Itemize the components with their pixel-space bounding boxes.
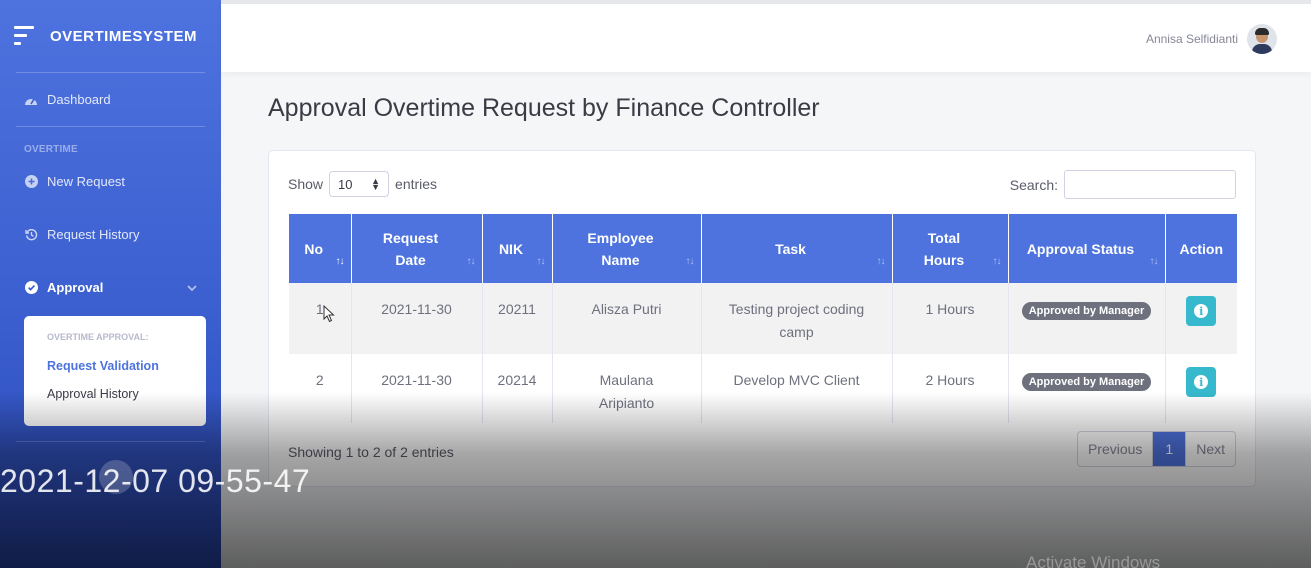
column-header-action: Action — [1165, 214, 1237, 283]
mouse-cursor-icon — [323, 304, 335, 328]
sidebar-item-label: Request History — [47, 226, 140, 242]
status-badge: Approved by Manager — [1021, 302, 1152, 320]
sidebar-item-request-history[interactable]: Request History — [0, 216, 221, 252]
table-card: Show 10 ▲ ▼ entries Search: No ↑↓ Request … — [268, 150, 1256, 487]
updown-icon: ▲ ▼ — [371, 176, 381, 192]
search-label: Search: — [1009, 176, 1058, 193]
entries-label: entries — [395, 176, 438, 192]
submenu-item-approval-history[interactable]: Approval History — [24, 380, 206, 408]
cell-employee-name: Maulana Aripianto — [552, 354, 702, 423]
cell-employee-name: Alisza Putri — [552, 283, 702, 354]
next-button[interactable]: Next — [1186, 432, 1235, 466]
user-menu[interactable]: Annisa Selfidianti — [1146, 24, 1277, 54]
sidebar-item-label: Approval — [47, 279, 104, 295]
cell-no: 2 — [289, 354, 352, 423]
menu-icon — [14, 25, 34, 47]
search-control: Search: — [1010, 170, 1236, 199]
cell-nik: 20214 — [482, 354, 553, 423]
previous-button[interactable]: Previous — [1078, 432, 1154, 466]
column-header-request-date[interactable]: Request Date ↑↓ — [351, 214, 483, 283]
cell-approval-status: Approved by Manager — [1008, 283, 1166, 354]
sort-icon: ↑↓ — [536, 256, 546, 267]
approval-submenu: OVERTIME APPROVAL: Request Validation Ap… — [24, 316, 206, 426]
info-icon: i — [1194, 304, 1209, 318]
cell-action: i — [1165, 283, 1237, 354]
sidebar-item-approval[interactable]: Approval — [0, 269, 221, 305]
info-button[interactable]: i — [1186, 367, 1217, 397]
column-header-task[interactable]: Task ↑↓ — [701, 214, 893, 283]
topbar: Annisa Selfidianti — [221, 0, 1311, 72]
pagination: Previous 1 Next — [1076, 431, 1236, 467]
table-row: 1 2021-11-30 20211 Alisza Putri Testing … — [289, 283, 1237, 354]
status-badge: Approved by Manager — [1021, 373, 1152, 391]
sidebar-item-dashboard[interactable]: Dashboard — [0, 73, 221, 126]
sort-icon: ↑↓ — [685, 256, 695, 267]
column-header-total-hours[interactable]: Total Hours ↑↓ — [892, 214, 1009, 283]
cell-action: i — [1165, 354, 1237, 423]
cell-task: Develop MVC Client — [701, 354, 893, 423]
info-button[interactable]: i — [1186, 296, 1217, 326]
table-header-row: No ↑↓ Request Date ↑↓ NIK ↑↓ Employee Name ↑… — [289, 214, 1237, 283]
column-header-employee-name[interactable]: Employee Name ↑↓ — [552, 214, 702, 283]
page-size-value: 10 — [338, 176, 353, 192]
sort-icon: ↑↓ — [1149, 256, 1159, 267]
cell-request-date: 2021-11-30 — [351, 354, 483, 423]
cell-request-date: 2021-11-30 — [351, 283, 483, 354]
submenu-heading: OVERTIME APPROVAL: — [47, 332, 149, 342]
cell-no: 1 — [289, 283, 352, 354]
sidebar-divider — [16, 441, 205, 442]
video-timestamp: 2021-12-07 09-55-47 — [0, 463, 311, 499]
sidebar-item-label: Dashboard — [47, 92, 111, 107]
chevron-down-icon — [187, 280, 197, 295]
search-input[interactable] — [1064, 170, 1236, 199]
user-name: Annisa Selfidianti — [1145, 32, 1238, 46]
sidebar-item-label: New Request — [47, 173, 126, 189]
sort-icon: ↑↓ — [466, 256, 476, 267]
page-size-select[interactable]: 10 ▲ ▼ — [329, 171, 390, 197]
tachometer-icon — [24, 93, 38, 107]
page-button-current[interactable]: 1 — [1153, 432, 1187, 466]
page-title: Approval Overtime Request by Finance Con… — [268, 94, 820, 122]
approval-table: No ↑↓ Request Date ↑↓ NIK ↑↓ Employee Name ↑… — [289, 214, 1237, 423]
brand-name: OVERTIMESYSTEM — [50, 27, 198, 45]
os-watermark: Activate Windows — [1026, 553, 1161, 568]
page-size-control: Show 10 ▲ ▼ entries — [288, 171, 437, 197]
sort-icon: ↑↓ — [335, 256, 345, 267]
info-icon: i — [1194, 375, 1209, 389]
plus-circle-icon — [24, 174, 38, 188]
sidebar-item-new-request[interactable]: New Request — [0, 163, 221, 199]
avatar — [1247, 24, 1277, 54]
history-icon — [24, 227, 38, 241]
cell-total-hours: 1 Hours — [892, 283, 1009, 354]
cell-approval-status: Approved by Manager — [1008, 354, 1166, 423]
column-header-no[interactable]: No ↑↓ — [289, 214, 352, 283]
table-info: Showing 1 to 2 of 2 entries — [288, 444, 454, 460]
show-label: Show — [288, 176, 324, 192]
cell-nik: 20211 — [482, 283, 553, 354]
check-circle-icon — [24, 280, 38, 294]
submenu-item-request-validation[interactable]: Request Validation — [24, 352, 206, 380]
sidebar-heading: OVERTIME — [24, 144, 78, 155]
sidebar-divider — [16, 126, 205, 127]
column-header-approval-status[interactable]: Approval Status ↑↓ — [1008, 214, 1166, 283]
cell-task: Testing project coding camp — [701, 283, 893, 354]
sort-icon: ↑↓ — [876, 256, 886, 267]
column-header-nik[interactable]: NIK ↑↓ — [482, 214, 553, 283]
table-row: 2 2021-11-30 20214 Maulana Aripianto Dev… — [289, 354, 1237, 423]
brand[interactable]: OVERTIMESYSTEM — [0, 0, 221, 72]
cell-total-hours: 2 Hours — [892, 354, 1009, 423]
sort-icon: ↑↓ — [992, 256, 1002, 267]
